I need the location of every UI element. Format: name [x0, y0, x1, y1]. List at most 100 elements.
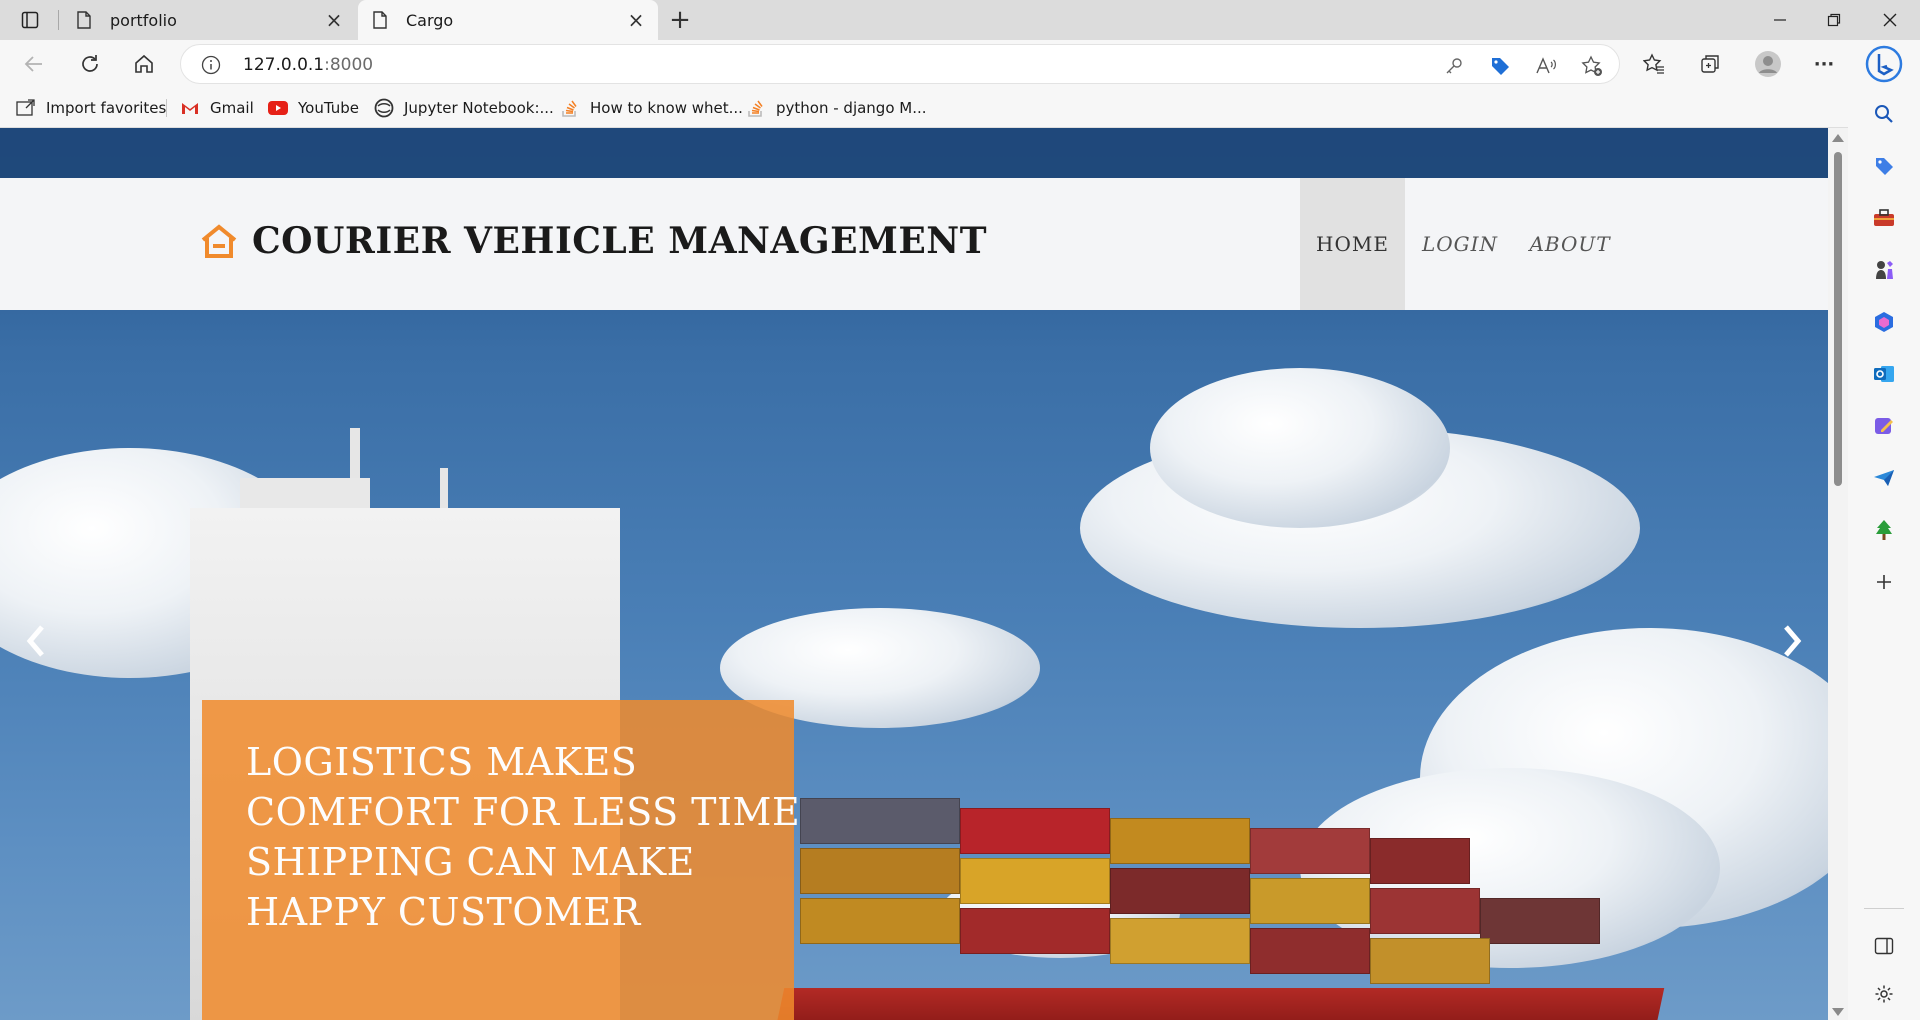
url-text[interactable]: 127.0.0.1:8000	[243, 45, 373, 85]
gear-icon	[1875, 985, 1893, 1003]
minimize-button[interactable]	[1752, 0, 1808, 40]
back-button[interactable]	[16, 46, 52, 82]
tab-cargo[interactable]: Cargo ×	[358, 0, 658, 40]
new-tab-button[interactable]: +	[662, 4, 698, 36]
caption-line: COMFORT FOR LESS TIME	[246, 790, 801, 834]
home-button[interactable]	[126, 46, 162, 82]
sidebar-send-button[interactable]	[1866, 460, 1902, 496]
cargo-container	[800, 848, 960, 894]
favorites-separator	[166, 99, 167, 117]
url-port: :8000	[324, 55, 374, 75]
page-icon	[76, 11, 100, 29]
reload-button[interactable]	[72, 46, 108, 82]
edge-sidebar	[1848, 88, 1920, 1020]
plus-icon	[1877, 575, 1891, 589]
sidebar-games-button[interactable]	[1866, 252, 1902, 288]
favorite-label: Gmail	[210, 99, 254, 117]
collections-icon	[1701, 55, 1719, 73]
sidebar-outlook-button[interactable]	[1866, 356, 1902, 392]
scroll-down-arrow[interactable]	[1832, 1008, 1844, 1016]
chevron-right-icon	[1784, 625, 1802, 657]
tab-close-button[interactable]: ×	[620, 6, 652, 34]
carousel-prev-button[interactable]	[16, 616, 56, 666]
nav-about[interactable]: ABOUT	[1515, 178, 1625, 310]
restore-button[interactable]	[1806, 0, 1862, 40]
search-icon	[1875, 105, 1893, 123]
back-arrow-icon	[24, 56, 42, 72]
stackoverflow-icon	[560, 98, 580, 118]
site-info-icon[interactable]	[199, 53, 223, 77]
caption-line: HAPPY CUSTOMER	[246, 890, 641, 934]
profile-button[interactable]	[1750, 46, 1786, 82]
page-scrollbar[interactable]	[1828, 128, 1848, 1020]
add-favorite-icon[interactable]	[1579, 53, 1605, 79]
scroll-up-arrow[interactable]	[1832, 134, 1844, 142]
sidebar-hide-button[interactable]	[1866, 928, 1902, 964]
url-host: 127.0.0.1	[243, 55, 325, 75]
sidebar-shopping-button[interactable]	[1866, 148, 1902, 184]
more-menu-button[interactable]: ···	[1806, 46, 1842, 82]
home-icon	[135, 54, 153, 73]
read-aloud-icon[interactable]	[1533, 53, 1559, 79]
cargo-container	[800, 798, 960, 844]
bing-copilot-button[interactable]	[1862, 44, 1906, 84]
stackoverflow-icon	[746, 98, 766, 118]
page-top-band	[0, 128, 1828, 178]
favorite-label: Import favorites	[46, 99, 167, 117]
cargo-container	[1250, 878, 1370, 924]
caption-line: LOGISTICS MAKES	[246, 740, 638, 784]
address-bar[interactable]: 127.0.0.1:8000	[180, 44, 1620, 84]
sidebar-panel-icon	[1874, 937, 1894, 955]
favorite-stackoverflow-2[interactable]: python - django M...	[746, 88, 927, 128]
sidebar-tools-button[interactable]	[1866, 200, 1902, 236]
page-viewport: COURIER VEHICLE MANAGEMENT HOME LOGIN AB…	[0, 128, 1828, 1020]
favorite-gmail[interactable]: Gmail	[180, 88, 254, 128]
gmail-icon	[180, 98, 200, 118]
tab-strip: portfolio × Cargo × +	[0, 0, 1920, 40]
tab-actions-button[interactable]	[14, 6, 46, 34]
sidebar-tree-button[interactable]	[1866, 512, 1902, 548]
favorite-label: Jupyter Notebook:...	[404, 99, 554, 117]
hero-caption: LOGISTICS MAKES COMFORT FOR LESS TIME SH…	[202, 700, 800, 1020]
carousel-next-button[interactable]	[1772, 616, 1812, 666]
tab-title: Cargo	[406, 10, 454, 30]
close-window-button[interactable]	[1862, 0, 1918, 40]
ship-hull	[775, 988, 1665, 1020]
password-key-icon[interactable]	[1441, 53, 1467, 79]
collections-button[interactable]	[1692, 46, 1728, 82]
sidebar-search-button[interactable]	[1866, 96, 1902, 132]
brand-title: COURIER VEHICLE MANAGEMENT	[252, 220, 988, 262]
brand[interactable]: COURIER VEHICLE MANAGEMENT	[200, 220, 987, 262]
tab-actions-icon	[21, 11, 39, 29]
favorite-stackoverflow-1[interactable]: How to know whet...	[560, 88, 743, 128]
sidebar-settings-button[interactable]	[1866, 976, 1902, 1012]
favorite-label: YouTube	[298, 99, 359, 117]
tab-close-button[interactable]: ×	[318, 6, 350, 34]
tab-portfolio[interactable]: portfolio ×	[62, 0, 356, 40]
shopping-tag-icon[interactable]	[1487, 53, 1513, 79]
favorites-button[interactable]	[1636, 46, 1672, 82]
nav-home[interactable]: HOME	[1300, 178, 1405, 310]
cloud	[1150, 368, 1450, 528]
scroll-thumb[interactable]	[1834, 152, 1842, 486]
tab-separator	[58, 10, 59, 30]
cargo-container	[1370, 838, 1470, 884]
reload-icon	[82, 55, 98, 72]
paper-plane-icon	[1874, 470, 1894, 486]
tree-icon	[1876, 520, 1892, 540]
sidebar-designer-button[interactable]	[1866, 408, 1902, 444]
cargo-container	[1480, 898, 1600, 944]
nav-login[interactable]: LOGIN	[1405, 178, 1515, 310]
favorites-bar: Import favorites Gmail YouTube Jupyter N…	[0, 88, 1920, 128]
sidebar-copilot-button[interactable]	[1866, 304, 1902, 340]
close-icon	[1883, 13, 1897, 27]
minimize-icon	[1774, 19, 1786, 21]
favorite-import[interactable]: Import favorites	[16, 88, 166, 128]
cargo-container	[1110, 918, 1250, 964]
favorite-youtube[interactable]: YouTube	[268, 88, 359, 128]
cargo-container	[1110, 818, 1250, 864]
favorite-jupyter[interactable]: Jupyter Notebook:...	[374, 88, 554, 128]
home-logo-icon	[201, 224, 237, 258]
sidebar-add-button[interactable]	[1866, 564, 1902, 600]
avatar-icon	[1755, 51, 1781, 77]
